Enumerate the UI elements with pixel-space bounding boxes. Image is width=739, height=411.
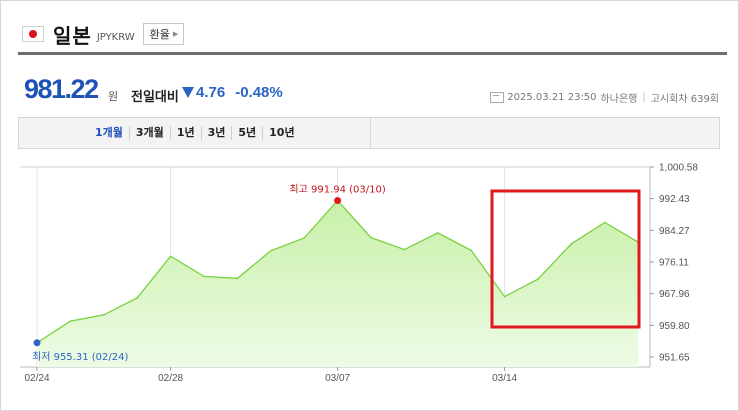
max-point xyxy=(334,197,342,205)
rate-area-fill xyxy=(37,200,639,367)
data-point xyxy=(203,275,205,278)
data-point xyxy=(69,320,72,322)
change-percent: -0.48% xyxy=(235,84,283,101)
data-point xyxy=(403,248,406,251)
y-tick-label: 1,000.58 xyxy=(659,163,698,174)
data-point xyxy=(136,297,138,299)
quote-meta: 2025.03.21 23:50 하나은행 | 고시회차 639회 xyxy=(490,90,719,105)
data-point xyxy=(303,237,306,239)
period-tabs: 1개월 3개월 1년 3년 5년 10년 xyxy=(18,117,720,149)
tab-10-years[interactable]: 10년 xyxy=(262,126,300,140)
quote-bank: 하나은행 xyxy=(600,94,638,105)
y-tick-label: 992.43 xyxy=(659,194,690,205)
x-tick-label: 02/28 xyxy=(158,373,183,384)
data-point xyxy=(604,221,606,224)
down-arrow-icon xyxy=(182,87,194,98)
tab-1-year[interactable]: 1년 xyxy=(169,126,201,140)
min-label: 최저 955.31 (02/24) xyxy=(32,351,128,363)
chevron-right-icon: ▶ xyxy=(172,30,179,38)
y-tick-label: 976.11 xyxy=(659,258,689,269)
change-label: 전일대비 xyxy=(131,90,179,105)
max-label: 최고 991.94 (03/10) xyxy=(289,184,385,196)
quote-notice: 고시회차 639회 xyxy=(650,94,719,105)
tab-5-years[interactable]: 5년 xyxy=(231,126,262,140)
exchange-rate-chart: 1,000.58 992.43 984.27 976.11 967.96 959.80 95… xyxy=(20,163,698,384)
header-divider xyxy=(18,52,727,55)
price-unit: 원 xyxy=(108,90,119,103)
x-tick-label: 02/24 xyxy=(24,373,49,384)
japan-flag-icon xyxy=(22,26,44,42)
data-point xyxy=(470,249,473,252)
change-value: 4.76 xyxy=(196,84,226,101)
data-point xyxy=(437,232,439,234)
data-point xyxy=(570,243,573,245)
y-tick-label: 951.65 xyxy=(659,353,690,364)
calendar-icon xyxy=(490,92,505,103)
exchange-rate-button-label: 환율 xyxy=(149,28,170,41)
meta-separator: | xyxy=(642,92,646,103)
period-tab-row: 1개월 3개월 1년 3년 5년 10년 xyxy=(89,126,301,140)
data-point xyxy=(370,236,372,239)
y-tick-label: 967.96 xyxy=(659,289,690,300)
country-name: 일본 xyxy=(53,23,92,48)
x-tick-label: 03/07 xyxy=(325,373,350,384)
data-point xyxy=(503,295,506,298)
min-point xyxy=(33,339,41,347)
price-change: 4.76 -0.48% xyxy=(182,84,283,101)
data-point xyxy=(103,314,105,316)
y-tick-label: 984.27 xyxy=(659,226,690,237)
data-point xyxy=(236,277,239,280)
tab-3-years[interactable]: 3년 xyxy=(200,126,232,140)
exchange-rate-button[interactable]: 환율 ▶ xyxy=(142,23,185,45)
tab-1-month[interactable]: 1개월 xyxy=(89,126,129,140)
data-point xyxy=(169,255,172,257)
x-tick-label: 03/14 xyxy=(492,373,517,384)
quote-timestamp: 2025.03.21 23:50 xyxy=(507,92,597,103)
tabs-divider xyxy=(370,118,371,148)
data-point xyxy=(270,250,272,252)
currency-code: JPYKRW xyxy=(96,31,135,43)
y-tick-label: 959.80 xyxy=(659,321,690,332)
data-point xyxy=(537,278,539,280)
currency-header: 일본 JPYKRW 환율 ▶ xyxy=(22,20,185,48)
tab-3-months[interactable]: 3개월 xyxy=(128,126,170,140)
current-price: 981.22 xyxy=(24,74,99,104)
